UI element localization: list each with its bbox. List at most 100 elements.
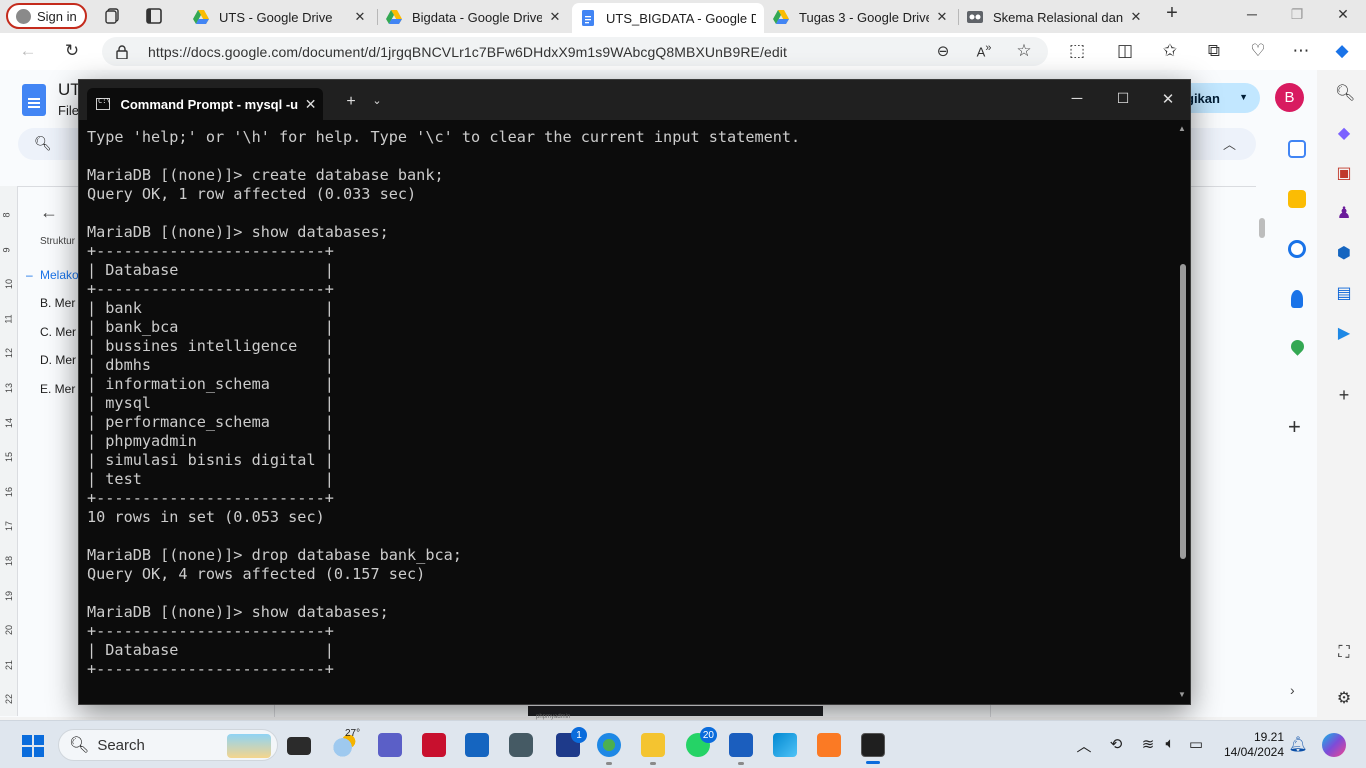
ruler-number: 15: [4, 452, 15, 463]
add-sidebar-app-icon[interactable]: +: [1335, 385, 1353, 406]
outline-item[interactable]: – Melako: [26, 268, 79, 282]
tasks-icon[interactable]: [1288, 240, 1306, 258]
shopping-tag-icon[interactable]: ◆: [1335, 123, 1353, 143]
favorites-icon[interactable]: ✩: [1159, 41, 1181, 61]
close-tab-icon[interactable]: ✕: [1129, 9, 1143, 25]
extensions-icon[interactable]: ⬚: [1066, 41, 1088, 61]
share-dropdown-icon[interactable]: ▼: [1239, 92, 1248, 102]
edge-browser-icon[interactable]: [597, 733, 621, 765]
collapse-toolbar-icon[interactable]: ︿: [1223, 134, 1236, 153]
lock-icon[interactable]: [116, 44, 128, 59]
file-explorer-icon[interactable]: [641, 733, 665, 765]
speaker-icon[interactable]: 🔈︎: [1160, 735, 1180, 752]
search-icon[interactable]: 🔍︎: [1335, 83, 1355, 103]
screenshot-icon[interactable]: ⛶: [1335, 644, 1353, 662]
get-addons-icon[interactable]: +: [1288, 414, 1301, 440]
outline-item[interactable]: B. Mer: [40, 296, 75, 310]
workspaces-icon[interactable]: [104, 7, 122, 25]
copilot-icon[interactable]: ◆: [1331, 41, 1353, 61]
contacts-icon[interactable]: [1291, 290, 1303, 308]
taskbar-search[interactable]: 🔍︎ Search: [58, 729, 278, 761]
tab-tugas3-drive[interactable]: Tugas 3 - Google Drive ✕: [765, 4, 957, 30]
back-arrow-icon[interactable]: ←: [17, 41, 39, 61]
maximize-icon[interactable]: ☐: [1111, 90, 1135, 107]
games-icon[interactable]: ♟: [1335, 203, 1353, 223]
terminal-scrollbar[interactable]: ▲ ▼: [1177, 124, 1189, 704]
whatsapp-icon[interactable]: 20: [686, 727, 717, 757]
running-indicator: [606, 762, 612, 765]
tools-icon[interactable]: ▣: [1335, 163, 1353, 183]
close-window-icon[interactable]: ✕: [1156, 90, 1180, 108]
start-button[interactable]: [22, 735, 44, 757]
more-menu-icon[interactable]: ⋯: [1290, 41, 1312, 61]
terminal-output[interactable]: Type 'help;' or '\h' for help. Type '\c'…: [87, 128, 1167, 698]
copilot-taskbar-icon[interactable]: [1322, 733, 1346, 757]
maps-icon[interactable]: [1288, 337, 1307, 356]
split-screen-icon[interactable]: ◫: [1114, 41, 1136, 61]
store-icon[interactable]: [465, 733, 489, 757]
new-tab-button[interactable]: +: [1162, 2, 1182, 25]
word-icon[interactable]: [729, 733, 753, 765]
show-hidden-icons[interactable]: ︿: [1074, 735, 1094, 756]
performance-icon[interactable]: ♡: [1247, 41, 1269, 61]
scrollbar-thumb[interactable]: [1180, 264, 1186, 559]
sign-in-button[interactable]: Sign in: [6, 3, 87, 29]
minimize-icon[interactable]: ─: [1242, 6, 1262, 22]
minimize-icon[interactable]: ─: [1065, 90, 1089, 107]
restore-icon[interactable]: ❐: [1287, 6, 1307, 23]
close-tab-icon[interactable]: ✕: [298, 96, 323, 113]
tab-actions-icon[interactable]: [145, 7, 163, 25]
expand-panel-icon[interactable]: ›: [1290, 682, 1295, 698]
scroll-up-icon[interactable]: ▲: [1178, 124, 1186, 133]
docs-logo-icon[interactable]: [22, 84, 46, 116]
tab-skema-relasional[interactable]: Skema Relasional dan Pe ✕: [959, 4, 1151, 30]
url-text[interactable]: https://docs.google.com/document/d/1jrgq…: [148, 44, 787, 60]
command-prompt-window: Command Prompt - mysql -u ✕ + ⌄ ─ ☐ ✕ Ty…: [78, 79, 1191, 705]
outline-item[interactable]: E. Mer: [40, 382, 75, 396]
favorite-star-icon[interactable]: ☆: [1013, 41, 1035, 61]
outlook-icon[interactable]: ▤: [1335, 283, 1353, 303]
read-aloud-icon[interactable]: A»: [973, 42, 995, 59]
camera-icon[interactable]: [509, 733, 533, 757]
docs-scrollbar[interactable]: [1259, 218, 1265, 238]
search-menus-icon[interactable]: 🔍︎: [34, 135, 52, 152]
tab-bigdata-drive[interactable]: Bigdata - Google Drive ✕: [378, 4, 570, 30]
tab-uts-drive[interactable]: UTS - Google Drive ✕: [185, 4, 375, 30]
refresh-icon[interactable]: ↻: [61, 41, 83, 61]
ruler-number: 14: [4, 417, 15, 428]
terminal-tab[interactable]: Command Prompt - mysql -u ✕: [87, 88, 323, 120]
terminal-dropdown-icon[interactable]: ⌄: [368, 94, 386, 107]
xampp-icon[interactable]: [817, 733, 841, 757]
keep-icon[interactable]: [1288, 190, 1306, 208]
battery-icon[interactable]: ▭: [1186, 735, 1206, 753]
teams-icon[interactable]: [378, 733, 402, 757]
outline-item[interactable]: C. Mer: [40, 325, 76, 339]
lens-app-icon[interactable]: 1: [556, 727, 587, 757]
close-tab-icon[interactable]: ✕: [935, 9, 949, 25]
terminal-app-icon[interactable]: [861, 733, 885, 764]
close-window-icon[interactable]: ✕: [1333, 6, 1353, 23]
address-bar[interactable]: https://docs.google.com/document/d/1jrgq…: [102, 37, 1048, 66]
m365-icon[interactable]: ⬢: [1335, 243, 1353, 263]
sync-icon[interactable]: ⟲: [1106, 735, 1126, 753]
task-view-icon[interactable]: [287, 737, 311, 755]
zoom-out-icon[interactable]: ⊖: [932, 42, 954, 60]
close-tab-icon[interactable]: ✕: [353, 9, 367, 25]
outline-back-icon[interactable]: ←: [40, 202, 58, 223]
tab-uts-bigdata-doc[interactable]: UTS_BIGDATA - Google D: [572, 3, 764, 33]
outline-item[interactable]: D. Mer: [40, 353, 76, 367]
new-terminal-tab-button[interactable]: +: [341, 93, 361, 111]
calendar-icon[interactable]: [1288, 140, 1306, 158]
system-clock[interactable]: 19.21 14/04/2024: [1216, 730, 1284, 760]
account-avatar[interactable]: B: [1275, 83, 1304, 112]
collections-icon[interactable]: ⧉: [1203, 41, 1225, 61]
mcafee-icon[interactable]: [422, 733, 446, 757]
menu-file[interactable]: File: [58, 103, 79, 118]
scroll-down-icon[interactable]: ▼: [1178, 690, 1186, 699]
close-tab-icon[interactable]: ✕: [548, 9, 562, 25]
notification-bell-icon[interactable]: 🔔︎: [1288, 735, 1308, 753]
photos-icon[interactable]: [773, 733, 797, 757]
wifi-icon[interactable]: ≋: [1138, 735, 1158, 753]
settings-gear-icon[interactable]: ⚙: [1335, 688, 1353, 708]
drop-icon[interactable]: ▶: [1335, 323, 1353, 343]
